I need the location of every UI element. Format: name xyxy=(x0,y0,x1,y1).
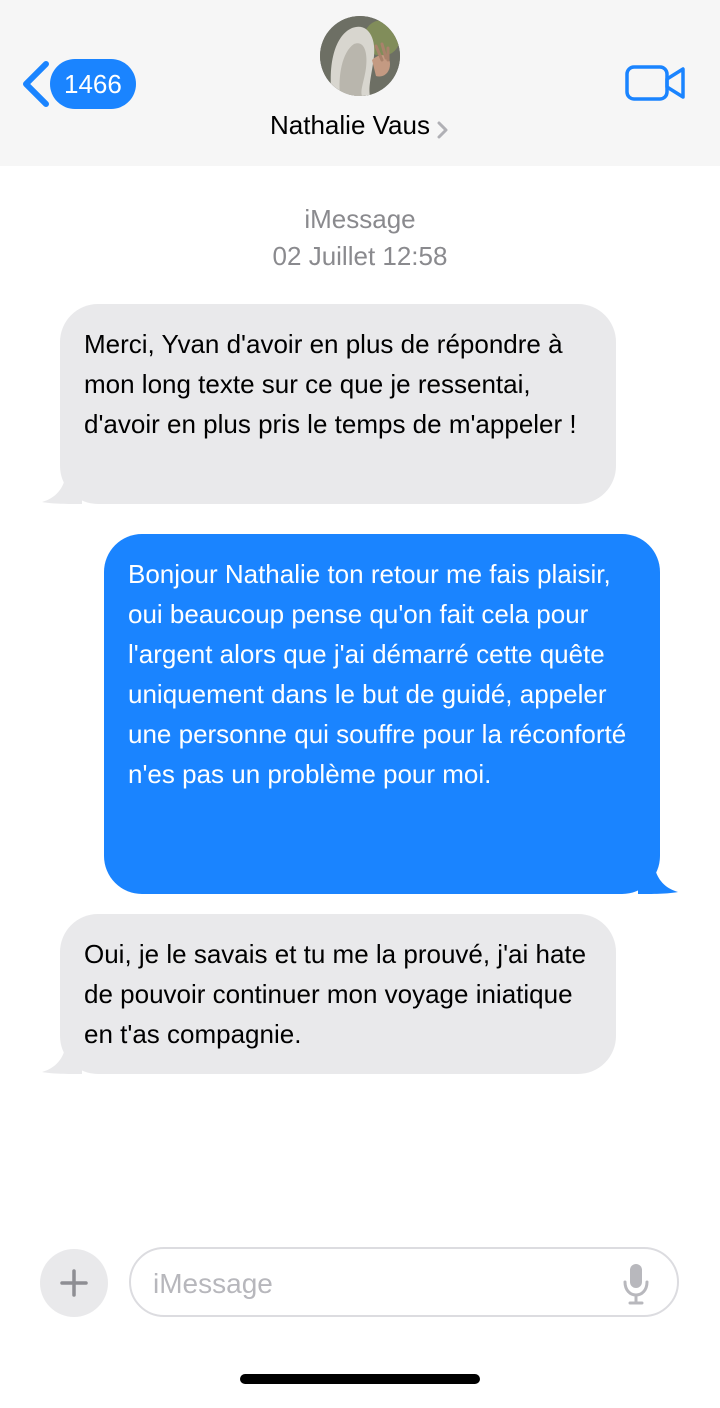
contact-info-button[interactable]: Nathalie Vaus xyxy=(0,110,720,141)
contact-name: Nathalie Vaus xyxy=(270,110,430,140)
video-camera-icon xyxy=(625,65,685,101)
facetime-video-button[interactable] xyxy=(624,63,688,103)
avatar-image xyxy=(320,16,400,96)
unread-count-badge: 1466 xyxy=(50,59,136,109)
conversation-header: 1466 Nathalie Vaus xyxy=(0,0,720,166)
message-bubble-outgoing[interactable]: Bonjour Nathalie ton retour me fais plai… xyxy=(104,534,660,894)
message-text: Merci, Yvan d'avoir en plus de répondre … xyxy=(84,329,577,439)
message-bubble-incoming[interactable]: Oui, je le savais et tu me la prouvé, j'… xyxy=(60,914,616,1074)
plus-icon xyxy=(60,1269,88,1297)
dictation-button[interactable] xyxy=(619,1262,653,1306)
chevron-right-icon xyxy=(437,121,448,139)
contact-avatar[interactable] xyxy=(320,16,400,96)
message-text: Oui, je le savais et tu me la prouvé, j'… xyxy=(84,939,587,1049)
microphone-icon xyxy=(623,1264,649,1305)
home-indicator[interactable] xyxy=(240,1374,480,1384)
message-input[interactable] xyxy=(151,1261,615,1307)
add-attachment-button[interactable] xyxy=(40,1249,108,1317)
chevron-left-icon xyxy=(23,61,49,107)
message-text: Bonjour Nathalie ton retour me fais plai… xyxy=(128,559,627,789)
message-timestamp: 02 Juillet 12:58 xyxy=(272,241,448,271)
service-label: iMessage xyxy=(304,204,416,234)
message-bubble-incoming[interactable]: Merci, Yvan d'avoir en plus de répondre … xyxy=(60,304,616,504)
message-composer xyxy=(129,1247,679,1317)
back-button[interactable]: 1466 xyxy=(18,56,136,112)
